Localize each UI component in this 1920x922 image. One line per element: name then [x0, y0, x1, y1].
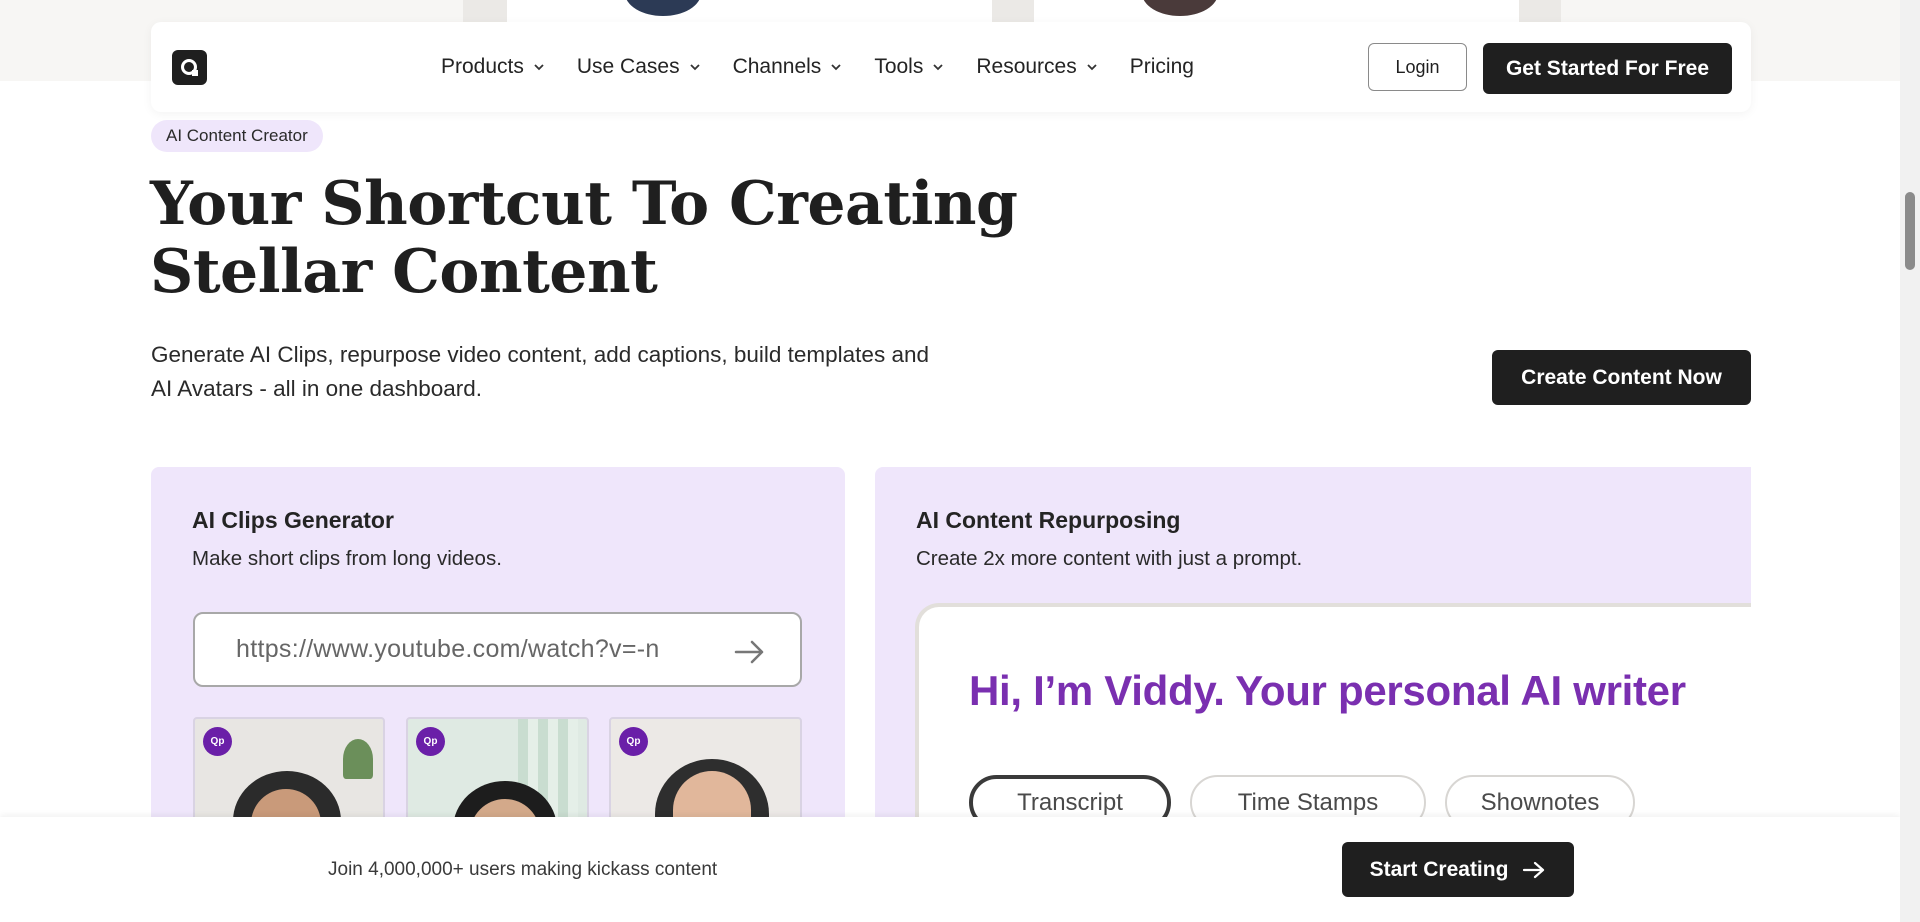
brand-badge-icon: Qp — [203, 727, 232, 756]
start-creating-button[interactable]: Start Creating — [1342, 842, 1574, 897]
card-title: AI Clips Generator — [192, 507, 394, 533]
video-url-value: https://www.youtube.com/watch?v=-n — [236, 635, 660, 663]
sticky-signup-bar: Join 4,000,000+ users making kickass con… — [0, 817, 1900, 922]
users-count-text: Join 4,000,000+ users making kickass con… — [328, 859, 718, 880]
nav-item-label: Resources — [976, 55, 1077, 78]
nav-item-label: Pricing — [1129, 55, 1194, 78]
nav-item-channels[interactable]: Channels — [733, 55, 844, 79]
arrow-right-icon — [1523, 861, 1545, 878]
brand-logo[interactable] — [172, 50, 207, 85]
peek-card — [1034, 0, 1519, 22]
login-button[interactable]: Login — [1368, 43, 1467, 91]
hero-title-line: Your Shortcut To Creating — [150, 169, 1018, 239]
create-content-button[interactable]: Create Content Now — [1492, 350, 1751, 405]
peek-avatar — [1142, 0, 1218, 16]
card-description: Create 2x more content with just a promp… — [916, 547, 1303, 570]
peek-avatar — [625, 0, 701, 16]
brand-badge-icon: Qp — [619, 727, 648, 756]
viddy-writer-panel: Hi, I’m Viddy. Your personal AI writer T… — [915, 603, 1751, 827]
nav-item-label: Products — [441, 55, 524, 78]
chevron-down-icon — [1087, 64, 1097, 71]
get-started-button[interactable]: Get Started For Free — [1483, 43, 1732, 94]
logo-icon — [180, 58, 198, 76]
clip-thumbnail[interactable]: Qp — [193, 717, 385, 827]
peek-card — [507, 0, 992, 22]
hero-subtitle: Generate AI Clips, repurpose video conte… — [151, 338, 1031, 406]
nav-item-label: Channels — [732, 55, 822, 78]
nav-item-use-cases[interactable]: Use Cases — [577, 55, 702, 79]
chevron-down-icon — [933, 64, 943, 71]
chevron-down-icon — [689, 64, 700, 71]
video-url-input[interactable]: https://www.youtube.com/watch?v=-n — [193, 612, 802, 687]
top-navbar: Products Use Cases Channels Tools Resour… — [151, 22, 1751, 112]
hero-title-line: Stellar Content — [150, 237, 658, 307]
nav-item-label: Tools — [874, 55, 924, 78]
main-nav-menu: Products Use Cases Channels Tools Resour… — [441, 22, 1225, 112]
peek-card-edge — [1519, 0, 1561, 22]
page-scrollbar[interactable] — [1900, 0, 1920, 922]
category-badge: AI Content Creator — [151, 120, 323, 152]
chevron-down-icon — [831, 64, 841, 71]
viddy-heading: Hi, I’m Viddy. Your personal AI writer — [969, 667, 1686, 714]
peek-card-edge — [992, 0, 1034, 22]
ai-repurposing-card[interactable]: AI Content Repurposing Create 2x more co… — [875, 467, 1751, 827]
plant-decoration — [343, 739, 373, 779]
scrollbar-thumb[interactable] — [1905, 192, 1915, 270]
submit-arrow-icon[interactable] — [730, 633, 768, 671]
ai-clips-card[interactable]: AI Clips Generator Make short clips from… — [151, 467, 845, 827]
clip-thumbnail[interactable]: Qp — [406, 717, 589, 827]
hero-title: Your Shortcut To Creating Stellar Conten… — [150, 170, 1050, 306]
card-description: Make short clips from long videos. — [192, 547, 502, 570]
nav-item-pricing[interactable]: Pricing — [1130, 55, 1194, 79]
start-creating-label: Start Creating — [1369, 857, 1509, 881]
nav-item-label: Use Cases — [576, 55, 680, 78]
nav-item-resources[interactable]: Resources — [976, 55, 1098, 79]
card-title: AI Content Repurposing — [916, 507, 1181, 533]
hero-subtitle-line: Generate AI Clips, repurpose video conte… — [151, 342, 929, 367]
hero-subtitle-line: AI Avatars - all in one dashboard. — [151, 376, 483, 401]
nav-item-tools[interactable]: Tools — [874, 55, 945, 79]
brand-badge-icon: Qp — [416, 727, 445, 756]
nav-item-products[interactable]: Products — [441, 55, 546, 79]
clip-thumbnail[interactable]: Qp — [609, 717, 802, 827]
peek-card-edge — [463, 0, 507, 22]
chevron-down-icon — [534, 64, 544, 71]
